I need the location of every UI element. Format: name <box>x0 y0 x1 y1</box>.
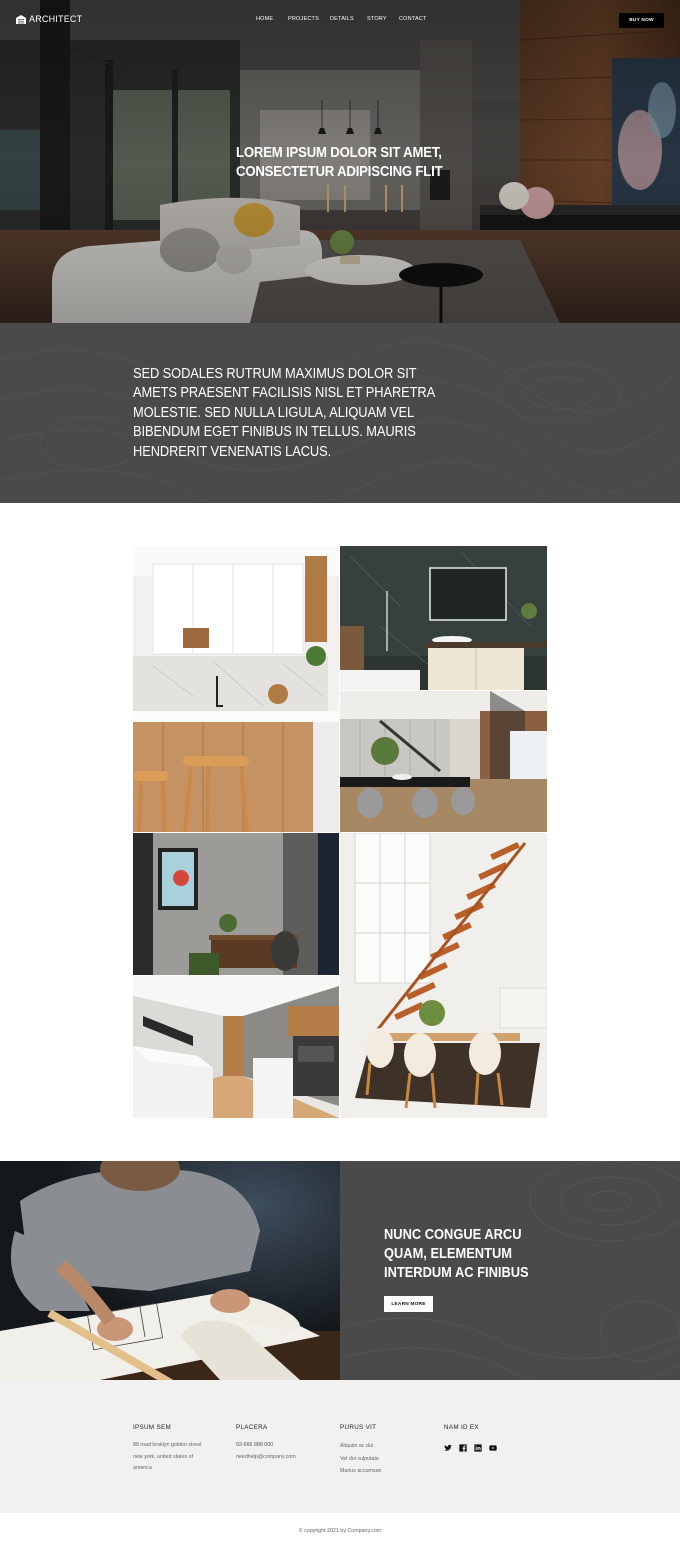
footer: IPSUM SEM 88 road broklyn golden street … <box>0 1380 680 1513</box>
bathroom-photo <box>340 546 547 690</box>
nav-contact[interactable]: CONTACT <box>399 16 427 22</box>
linkedin-icon[interactable] <box>474 1439 482 1452</box>
intro-section: SED SODALES RUTRUM MAXIMUS DOLOR SIT AME… <box>0 323 680 503</box>
office-desk-photo <box>133 833 339 975</box>
footer-column-links: PURUS VIT Aliquim ac dui Vel dui vulputa… <box>340 1424 382 1478</box>
address-line: america <box>133 1465 152 1471</box>
learn-more-button[interactable]: LEARN MORE <box>384 1296 433 1312</box>
footer-link[interactable]: Aliquim ac dui <box>340 1440 382 1453</box>
youtube-icon[interactable] <box>489 1439 497 1451</box>
kitchen-bar-photo <box>133 546 339 832</box>
footer-heading: NAM ID EX <box>444 1424 479 1431</box>
nav-story[interactable]: STORY <box>367 16 387 22</box>
brand-name: ARCHITECT <box>29 14 83 24</box>
building-icon <box>16 14 26 24</box>
email-link[interactable]: needhelp@company.com <box>236 1452 296 1464</box>
phone-number[interactable]: 92-666 888 000 <box>236 1440 296 1452</box>
project-gallery <box>133 546 547 1118</box>
footer-heading: PLACERA <box>236 1424 268 1431</box>
social-links <box>444 1439 497 1452</box>
cta-section: NUNC CONGUE ARCU QUAM, ELEMENTUM INTERDU… <box>340 1161 680 1380</box>
footer-column-contact: PLACERA 92-666 888 000 needhelp@company.… <box>236 1424 296 1463</box>
nav-projects[interactable]: PROJECTS <box>288 16 319 22</box>
dining-staircase-photo <box>340 691 547 832</box>
facebook-icon[interactable] <box>459 1439 467 1452</box>
intro-text: SED SODALES RUTRUM MAXIMUS DOLOR SIT AME… <box>133 366 435 460</box>
footer-column-social: NAM ID EX <box>444 1424 497 1452</box>
address-line: 88 road broklyn golden street <box>133 1442 202 1448</box>
gallery-tile-office[interactable] <box>133 833 339 975</box>
gallery-tile-kitchen[interactable] <box>133 546 339 832</box>
twitter-icon[interactable] <box>444 1439 452 1451</box>
footer-heading: PURUS VIT <box>340 1424 377 1431</box>
gallery-tile-dining[interactable] <box>340 691 547 832</box>
gallery-tile-staircase[interactable] <box>340 833 547 1118</box>
hero-section: ARCHITECT HOME PROJECTS DETAILS STORY CO… <box>0 0 680 323</box>
copyright-text: © copyright 2021 by Company.com <box>0 1513 680 1549</box>
nav-home[interactable]: HOME <box>256 16 273 22</box>
cta-image <box>0 1161 340 1380</box>
address-line: new york, united states of <box>133 1453 194 1460</box>
hero-title: LOREM IPSUM DOLOR SIT AMET, CONSECTETUR … <box>236 145 443 180</box>
wooden-staircase-photo <box>340 833 547 1118</box>
gallery-tile-galley-kitchen[interactable] <box>133 976 339 1118</box>
footer-link[interactable]: Marius accumsan <box>340 1465 382 1478</box>
gallery-tile-bathroom[interactable] <box>340 546 547 690</box>
brand-logo[interactable]: ARCHITECT <box>16 14 82 24</box>
architect-drawing-photo <box>0 1161 340 1380</box>
galley-kitchen-photo <box>133 976 339 1118</box>
footer-heading: IPSUM SEM <box>133 1424 172 1431</box>
footer-column-address: IPSUM SEM 88 road broklyn golden street … <box>133 1424 202 1475</box>
footer-link[interactable]: Vel dui vulputate <box>340 1453 382 1466</box>
cta-title: NUNC CONGUE ARCU QUAM, ELEMENTUM INTERDU… <box>384 1227 529 1281</box>
buy-now-button[interactable]: BUY NOW <box>619 13 664 28</box>
nav-details[interactable]: DETAILS <box>330 16 354 22</box>
